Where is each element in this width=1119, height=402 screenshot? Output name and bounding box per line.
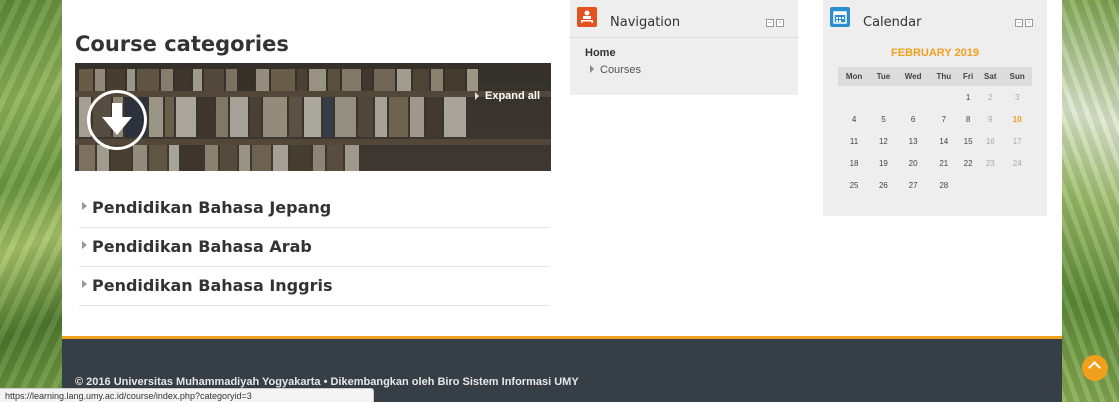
weekday-label: Sat [978, 67, 1003, 86]
calendar-day: 11 [849, 136, 859, 146]
weekday-label: Wed [896, 67, 930, 86]
calendar-day: 6 [910, 114, 916, 124]
calendar-day-today[interactable]: 10 [1002, 108, 1032, 130]
chevron-up-icon[interactable] [1082, 355, 1108, 381]
weekday-label: Sun [1002, 67, 1032, 86]
calendar-day: 9 [988, 114, 993, 124]
category-label[interactable]: Pendidikan Bahasa Jepang [92, 198, 331, 217]
calendar-day: 24 [1012, 158, 1022, 168]
calendar-day: 1 [965, 92, 971, 102]
calendar-icon [830, 7, 850, 27]
category-label[interactable]: Pendidikan Bahasa Inggris [92, 276, 332, 295]
category-item[interactable]: Pendidikan Bahasa Arab [79, 229, 550, 267]
calendar-day: 20 [908, 158, 918, 168]
calendar-day: 23 [985, 158, 995, 168]
download-arrow-icon[interactable] [87, 90, 147, 150]
calendar-day: 25 [849, 180, 859, 190]
nav-home-link[interactable]: Home [585, 47, 616, 59]
calendar-month[interactable]: FEBRUARY 2019 [823, 47, 1047, 59]
calendar-day: 12 [878, 136, 888, 146]
category-label[interactable]: Pendidikan Bahasa Arab [92, 237, 312, 256]
calendar-day: 19 [878, 158, 888, 168]
calendar-day: 27 [908, 180, 918, 190]
browser-status-bar: https://learning.lang.umy.ac.id/course/i… [0, 388, 374, 402]
calendar-week-row: 11 12 13 14 15 16 17 [838, 130, 1032, 152]
weekday-header-row: Mon Tue Wed Thu Fri Sat Sun [838, 67, 1032, 86]
calendar-day [978, 174, 1002, 196]
calendar-day [870, 86, 897, 108]
calendar-day: 5 [881, 114, 886, 124]
sitemap-icon [577, 7, 597, 27]
caret-right-icon [82, 280, 87, 288]
navigation-block: Navigation – ‹ Home Courses [570, 0, 798, 95]
calendar-day: 26 [878, 180, 888, 190]
background-right [1062, 0, 1119, 402]
divider [570, 37, 798, 38]
navigation-block-header: Navigation – ‹ [570, 0, 798, 32]
calendar-day: 13 [908, 136, 918, 146]
category-banner: Expand all [75, 63, 551, 171]
category-item[interactable]: Pendidikan Bahasa Jepang [79, 190, 550, 228]
dock-icon[interactable]: ‹ [776, 19, 784, 27]
calendar-day [958, 174, 978, 196]
footer-copyright: © 2016 Universitas Muhammadiyah Yogyakar… [75, 376, 579, 388]
calendar-day: 7 [941, 114, 947, 124]
arrow-down-glyph [102, 103, 132, 135]
calendar-week-row: 25 26 27 28 [838, 174, 1032, 196]
calendar-day: 22 [963, 158, 973, 168]
calendar-day: 16 [985, 136, 995, 146]
calendar-day: 2 [988, 92, 993, 102]
calendar-day: 28 [939, 180, 949, 190]
calendar-day: 18 [849, 158, 859, 168]
navigation-title: Navigation [610, 15, 681, 30]
caret-right-icon [82, 202, 87, 210]
calendar-week-row: 1 2 3 [838, 86, 1032, 108]
calendar-title: Calendar [863, 15, 922, 30]
calendar-day [838, 86, 870, 108]
calendar-week-row: 4 5 6 7 8 9 10 [838, 108, 1032, 130]
calendar-day [929, 86, 958, 108]
collapse-icon[interactable]: – [1015, 19, 1023, 27]
calendar-day: 14 [939, 136, 949, 146]
calendar-week-row: 18 19 20 21 22 23 24 [838, 152, 1032, 174]
calendar-day: 8 [965, 114, 971, 124]
calendar-day [897, 86, 930, 108]
caret-right-icon [82, 241, 87, 249]
collapse-icon[interactable]: – [766, 19, 774, 27]
block-controls: – ‹ [1015, 19, 1033, 27]
expand-all-link[interactable]: Expand all [475, 90, 540, 102]
main-content: Course categories Expand all Pendidikan … [62, 0, 1062, 336]
background-left [0, 0, 62, 402]
calendar-day: 21 [939, 158, 949, 168]
calendar-block: Calendar – ‹ FEBRUARY 2019 Mon Tue Wed T… [823, 0, 1047, 216]
calendar-table: Mon Tue Wed Thu Fri Sat Sun 1 2 3 4 5 6 … [838, 67, 1032, 196]
page-title: Course categories [75, 32, 289, 56]
dock-icon[interactable]: ‹ [1025, 19, 1033, 27]
calendar-day [1002, 174, 1032, 196]
calendar-day: 17 [1012, 136, 1022, 146]
weekday-label: Thu [929, 67, 959, 86]
calendar-day: 3 [1014, 92, 1020, 102]
calendar-day: 4 [851, 114, 857, 124]
category-item[interactable]: Pendidikan Bahasa Inggris [79, 268, 550, 306]
weekday-label: Tue [870, 67, 897, 86]
calendar-day: 15 [963, 136, 973, 146]
calendar-block-header: Calendar – ‹ [823, 0, 1047, 32]
weekday-label: Fri [958, 67, 979, 86]
block-controls: – ‹ [766, 19, 784, 27]
weekday-label: Mon [838, 67, 871, 86]
nav-courses-link[interactable]: Courses [590, 64, 641, 76]
